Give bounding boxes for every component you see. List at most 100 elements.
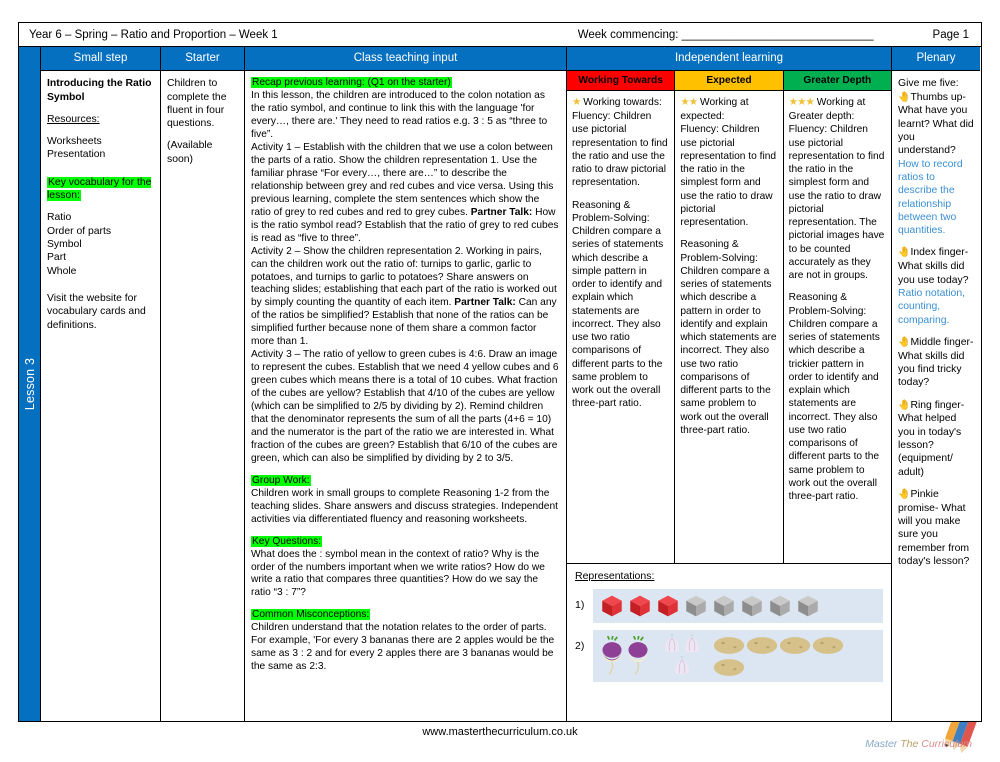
- group-work-heading: Group Work:: [251, 474, 311, 486]
- logo-word-the: The: [900, 738, 919, 750]
- potato-icon: [779, 636, 811, 654]
- representation-number: 2): [575, 640, 585, 653]
- level-intro: Working towards:: [583, 97, 662, 109]
- garlic-icon: [665, 634, 679, 653]
- representation-row: 2): [575, 630, 883, 683]
- representation-row: 1): [575, 589, 883, 624]
- plenary-intro: Give me five:: [898, 78, 959, 90]
- misconceptions-heading: Common Misconceptions:: [251, 609, 371, 621]
- fluency-text: Fluency: Children use pictorial represen…: [788, 124, 885, 282]
- column-header-independent-learning: Independent learning: [567, 47, 891, 72]
- garlic-group: [653, 634, 711, 678]
- garlic-icon: [685, 634, 699, 653]
- unit-title: Year 6 – Spring – Ratio and Proportion –…: [29, 28, 278, 41]
- small-step-body: Introducing the Ratio Symbol Resources: …: [41, 71, 160, 721]
- hand-index-finger-icon: 🤚: [898, 247, 911, 259]
- vocab-item: Whole: [47, 265, 77, 277]
- misconceptions-body: Children understand that the notation re…: [251, 622, 555, 673]
- column-small-step: Small step Introducing the Ratio Symbol …: [41, 47, 161, 721]
- red-cube-icon: [658, 595, 678, 617]
- hand-thumbs-up-icon: 🤚: [898, 91, 911, 103]
- key-questions-heading: Key Questions:: [251, 535, 323, 547]
- vocab-item: Ratio: [47, 212, 72, 224]
- reasoning-text: Reasoning & Problem-Solving: Children co…: [572, 199, 664, 410]
- reasoning-text: Reasoning & Problem-Solving: Children co…: [788, 292, 880, 503]
- grey-cube-icon: [770, 595, 790, 617]
- grey-cube-icon: [798, 595, 818, 617]
- column-header-plenary: Plenary: [892, 47, 980, 72]
- lesson-title: Introducing the Ratio Symbol: [47, 78, 152, 103]
- grey-cube-icon: [714, 595, 734, 617]
- week-commencing-field: Week commencing: _______________________…: [577, 28, 874, 41]
- column-header-class-teaching-input: Class teaching input: [245, 47, 566, 72]
- website-note: Visit the website for vocabulary cards a…: [47, 292, 146, 331]
- star-rating-icon: ★: [572, 96, 581, 109]
- vocab-item: Symbol: [47, 239, 82, 251]
- key-vocabulary-heading: Key vocabulary for the lesson:: [47, 176, 152, 202]
- grey-cube-icon: [686, 595, 706, 617]
- partner-talk-label: Partner Talk:: [470, 206, 533, 218]
- vocab-item: Part: [47, 252, 67, 264]
- logo-word-master: Master: [865, 738, 898, 750]
- reasoning-text: Reasoning & Problem-Solving: Children co…: [680, 239, 777, 436]
- starter-availability: (Available soon): [167, 140, 213, 165]
- rag-body-row: ★ Working towards: Fluency: Children use…: [567, 91, 891, 564]
- teaching-body: Recap previous learning: (Q1 on the star…: [245, 71, 566, 721]
- page-header-bar: Year 6 – Spring – Ratio and Proportion –…: [19, 23, 981, 47]
- rag-body-greater-depth: ★★★ Working at Greater depth: Fluency: C…: [784, 91, 891, 563]
- column-plenary: Plenary Give me five: 🤚Thumbs up- What h…: [892, 47, 980, 721]
- column-class-teaching-input: Class teaching input Recap previous lear…: [245, 47, 567, 721]
- vocab-item: Order of parts: [47, 225, 112, 237]
- turnip-group: [599, 636, 651, 676]
- column-independent-learning: Independent learning Working Towards Exp…: [567, 47, 892, 721]
- partner-talk-label: Partner Talk:: [454, 297, 516, 309]
- resource-item: Presentation: [47, 149, 106, 161]
- page-number: Page 1: [932, 28, 969, 41]
- plenary-answer: How to record ratios to describe the rel…: [898, 158, 963, 237]
- column-header-small-step: Small step: [41, 47, 160, 72]
- rag-header-greater-depth: Greater Depth: [783, 71, 891, 92]
- garlic-icon: [675, 656, 689, 675]
- rag-header-expected: Expected: [675, 71, 783, 92]
- potato-group: [713, 635, 863, 678]
- plenary-body: Give me five: 🤚Thumbs up- What have you …: [892, 71, 980, 721]
- star-rating-icon: ★★: [680, 96, 698, 109]
- potato-icon: [746, 636, 778, 654]
- logo-wordmark: Master The Curriculum: [865, 738, 972, 750]
- recap-heading: Recap previous learning: (Q1 on the star…: [251, 77, 452, 89]
- representations-heading: Representations:: [575, 570, 655, 583]
- differentiation-region: Working Towards Expected Greater Depth ★…: [567, 71, 891, 564]
- column-header-starter: Starter: [161, 47, 244, 72]
- rag-body-working-towards: ★ Working towards: Fluency: Children use…: [567, 91, 676, 564]
- hand-ring-finger-icon: 🤚: [898, 399, 911, 411]
- column-starter: Starter Children to complete the fluent …: [161, 47, 245, 721]
- hand-middle-finger-icon: 🤚: [898, 336, 911, 348]
- rag-body-expected: ★★ Working at expected: Fluency: Childre…: [675, 91, 784, 564]
- rag-header-working-towards: Working Towards: [567, 71, 675, 92]
- turnip-icon: [602, 636, 622, 675]
- resources-heading: Resources:: [47, 113, 100, 125]
- plenary-prompt: Thumbs up- What have you learnt? What di…: [898, 91, 974, 157]
- lesson-plan-page: Year 6 – Spring – Ratio and Proportion –…: [18, 22, 982, 722]
- activity-3-text: Activity 3 – The ratio of yellow to gree…: [251, 349, 559, 464]
- recap-body: In this lesson, the children are introdu…: [251, 90, 548, 141]
- logo-word-curriculum: Curriculum: [921, 738, 972, 750]
- star-rating-icon: ★★★: [788, 96, 815, 109]
- lesson-table: Lesson 3 Small step Introducing the Rati…: [19, 47, 981, 721]
- potato-icon: [713, 658, 745, 676]
- potato-icon: [713, 636, 745, 654]
- lesson-number-label: Lesson 3: [22, 357, 37, 411]
- red-cube-icon: [630, 595, 650, 617]
- plenary-prompt: Middle finger- What skills did you find …: [898, 336, 974, 389]
- representation-number: 1): [575, 599, 585, 612]
- group-work-body: Children work in small groups to complet…: [251, 487, 558, 525]
- page-footer: www.masterthecurriculum.co.uk Master The…: [0, 722, 1000, 753]
- potato-icon: [812, 636, 844, 654]
- rag-header-row: Working Towards Expected Greater Depth: [567, 71, 891, 92]
- lesson-spine: Lesson 3: [19, 47, 41, 721]
- grey-cube-icon: [742, 595, 762, 617]
- starter-body: Children to complete the fluent in four …: [161, 71, 244, 721]
- red-cube-icon: [602, 595, 622, 617]
- table-columns: Small step Introducing the Ratio Symbol …: [41, 47, 981, 721]
- resource-item: Worksheets: [47, 136, 102, 148]
